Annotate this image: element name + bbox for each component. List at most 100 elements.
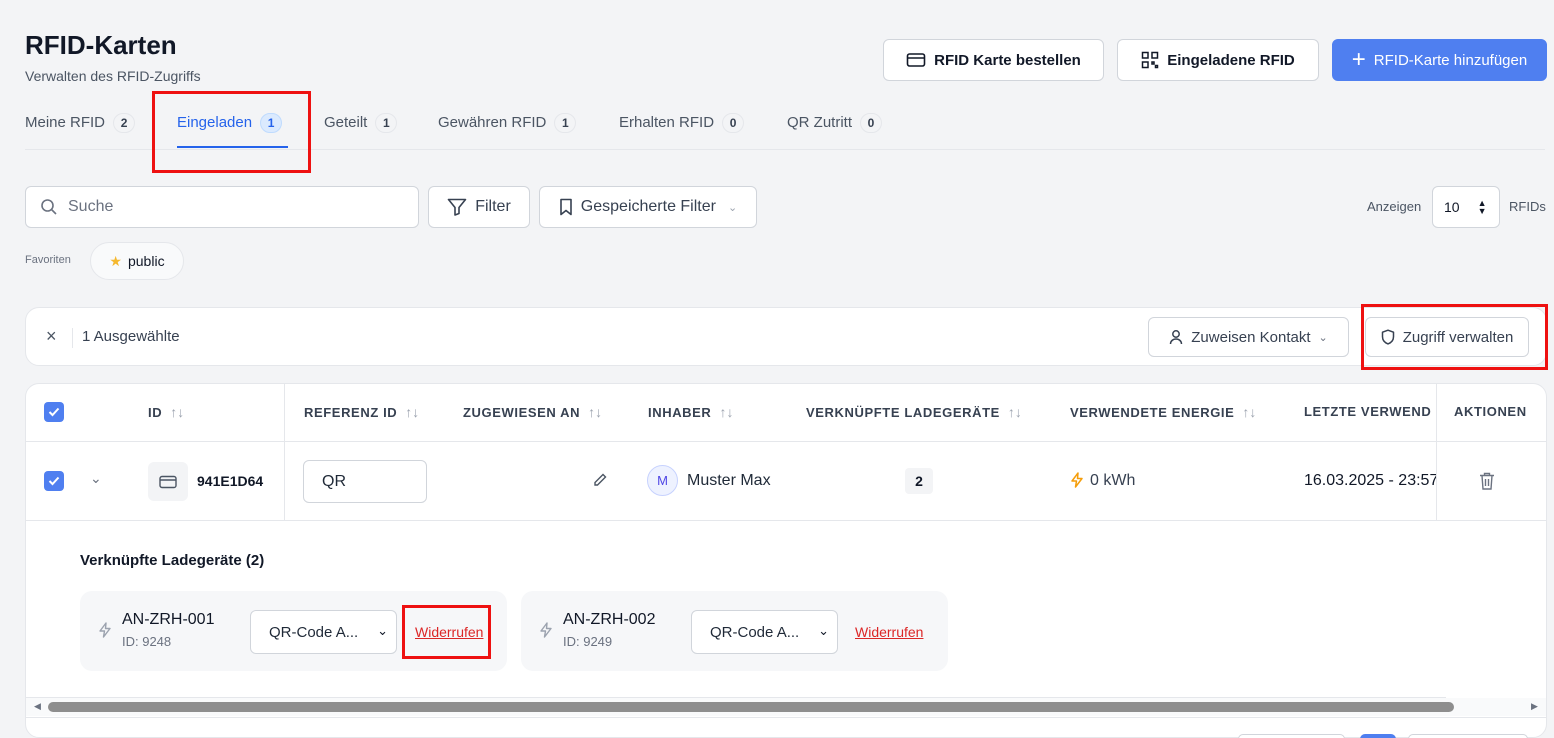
tab-eingeladen[interactable]: Eingeladen 1	[177, 95, 283, 150]
tab-count-badge: 0	[860, 112, 883, 133]
column-divider	[1436, 384, 1437, 520]
tab-geteilt[interactable]: Geteilt 1	[324, 95, 398, 150]
column-header-owner[interactable]: INHABER ↑↓	[648, 404, 733, 420]
rfid-id: 941E1D64	[197, 473, 264, 489]
pagination-prev-button[interactable]	[1238, 734, 1345, 738]
tab-count-badge: 1	[554, 112, 577, 133]
invited-rfid-label: Eingeladene RFID	[1167, 51, 1295, 69]
page-size-value: 10	[1444, 199, 1460, 215]
lightning-icon	[1070, 472, 1084, 493]
filter-button[interactable]: Filter	[428, 186, 530, 228]
linked-count-badge[interactable]: 2	[905, 468, 933, 494]
owner-name: Muster Max	[687, 472, 771, 489]
header-divider	[26, 441, 1546, 442]
pagination-current-page[interactable]	[1360, 734, 1396, 738]
check-icon	[48, 407, 60, 417]
saved-filters-dropdown[interactable]: Gespeicherte Filter ⌄	[539, 186, 757, 228]
column-label: VERKNÜPFTE LADEGERÄTE	[806, 404, 1000, 420]
scrollbar-thumb[interactable]	[48, 702, 1454, 712]
page-title: RFID-Karten	[25, 30, 177, 60]
column-header-assigned[interactable]: ZUGEWIESEN AN ↑↓	[463, 404, 602, 420]
expand-chevron-icon[interactable]: ⌄	[90, 470, 102, 487]
column-header-last-used[interactable]: LETZTE VERWEND	[1304, 404, 1436, 419]
plus-icon: +	[1351, 46, 1366, 73]
chevron-down-icon: ⌄	[818, 623, 829, 638]
column-header-actions: AKTIONEN	[1454, 404, 1527, 419]
order-rfid-button[interactable]: RFID Karte bestellen	[883, 39, 1104, 81]
table-footer-divider	[26, 717, 1546, 718]
access-type-select[interactable]: QR-Code A... ⌄	[250, 610, 397, 654]
tab-label: Gewähren RFID	[438, 114, 547, 131]
scroll-right-icon[interactable]: ▶	[1531, 701, 1538, 712]
reference-id-input[interactable]: QR	[303, 460, 427, 503]
revoke-link[interactable]: Widerrufen	[855, 624, 923, 640]
horizontal-scrollbar[interactable]: ◀ ▶	[26, 698, 1546, 716]
column-divider	[284, 384, 285, 520]
add-rfid-label: RFID-Karte hinzufügen	[1373, 51, 1528, 69]
add-rfid-button[interactable]: + RFID-Karte hinzufügen	[1332, 39, 1547, 81]
tab-count-badge: 1	[260, 112, 283, 133]
tab-meine-rfid[interactable]: Meine RFID 2	[25, 95, 136, 150]
tab-label: QR Zutritt	[787, 114, 853, 131]
manage-access-button[interactable]: Zugriff verwalten	[1365, 317, 1529, 357]
column-label: VERWENDETE ENERGIE	[1070, 404, 1235, 420]
tab-label: Erhalten RFID	[619, 114, 715, 131]
page-subtitle: Verwalten des RFID-Zugriffs	[25, 68, 201, 84]
energy-value: 0 kWh	[1090, 472, 1136, 489]
select-all-checkbox[interactable]	[44, 402, 64, 422]
lightning-icon	[98, 622, 112, 643]
linked-charger-card: AN-ZRH-002 ID: 9249 QR-Code A... ⌄ Wider…	[521, 591, 948, 671]
row-checkbox[interactable]	[44, 471, 64, 491]
linked-chargers-title: Verknüpfte Ladegeräte (2)	[80, 552, 265, 569]
chevron-down-icon: ⌄	[1318, 331, 1328, 344]
column-label: REFERENZ ID	[304, 404, 398, 420]
sort-icon: ↑↓	[405, 404, 420, 420]
chevron-down-icon: ⌄	[377, 623, 388, 638]
row-divider	[26, 520, 1546, 521]
assign-contact-dropdown[interactable]: Zuweisen Kontakt ⌄	[1148, 317, 1349, 357]
column-header-linked-chargers[interactable]: VERKNÜPFTE LADEGERÄTE ↑↓	[806, 404, 1022, 420]
pagination-next-button[interactable]	[1408, 734, 1528, 738]
sort-icon: ↑↓	[1007, 404, 1022, 420]
charger-name: AN-ZRH-002	[563, 611, 656, 628]
sort-icon: ↑↓	[719, 404, 734, 420]
rfid-table: ID ↑↓ REFERENZ ID ↑↓ ZUGEWIESEN AN ↑↓ INHAB…	[25, 383, 1547, 738]
sort-icon: ↑↓	[170, 404, 185, 420]
sort-icon: ↑↓	[1242, 404, 1257, 420]
charger-id: ID: 9248	[122, 634, 172, 649]
saved-filters-label: Gespeicherte Filter	[580, 198, 716, 215]
trash-icon[interactable]	[1478, 471, 1496, 496]
check-icon	[48, 476, 60, 486]
tab-label: Eingeladen	[177, 114, 253, 131]
page-size-unit: RFIDs	[1509, 199, 1546, 214]
divider	[72, 328, 73, 348]
tab-erhalten-rfid[interactable]: Erhalten RFID 0	[619, 95, 745, 150]
column-header-reference[interactable]: REFERENZ ID ↑↓	[304, 404, 419, 420]
invited-rfid-button[interactable]: Eingeladene RFID	[1117, 39, 1319, 81]
search-input[interactable]: Suche	[25, 186, 419, 228]
bookmark-icon	[559, 198, 572, 216]
revoke-link[interactable]: Widerrufen	[415, 624, 483, 640]
access-type-select[interactable]: QR-Code A... ⌄	[691, 610, 838, 654]
column-label: ZUGEWIESEN AN	[463, 404, 581, 420]
linked-charger-card: AN-ZRH-001 ID: 9248 QR-Code A... ⌄ Wider…	[80, 591, 507, 671]
tab-count-badge: 0	[722, 112, 745, 133]
tab-label: Meine RFID	[25, 114, 106, 131]
column-header-id[interactable]: ID ↑↓	[148, 404, 184, 420]
last-used-value: 16.03.2025 - 23:57	[1304, 472, 1436, 489]
user-icon	[1170, 330, 1183, 345]
manage-access-label: Zugriff verwalten	[1402, 328, 1514, 346]
page-size-select[interactable]: 10 ▲ ▼	[1432, 186, 1500, 228]
favorite-chip-public[interactable]: ★ public	[90, 242, 184, 280]
scroll-left-icon[interactable]: ◀	[34, 701, 41, 712]
tab-gewaehren-rfid[interactable]: Gewähren RFID 1	[438, 95, 577, 150]
tab-count-badge: 1	[375, 112, 398, 133]
star-icon: ★	[109, 252, 122, 269]
selection-count: 1 Ausgewählte	[82, 328, 180, 345]
clear-selection-icon[interactable]: ×	[46, 326, 57, 347]
chevron-down-icon: ⌄	[727, 201, 738, 214]
tab-qr-zutritt[interactable]: QR Zutritt 0	[787, 95, 883, 150]
pencil-icon[interactable]	[592, 472, 608, 493]
column-header-energy[interactable]: VERWENDETE ENERGIE ↑↓	[1070, 404, 1256, 420]
card-icon	[148, 462, 188, 501]
